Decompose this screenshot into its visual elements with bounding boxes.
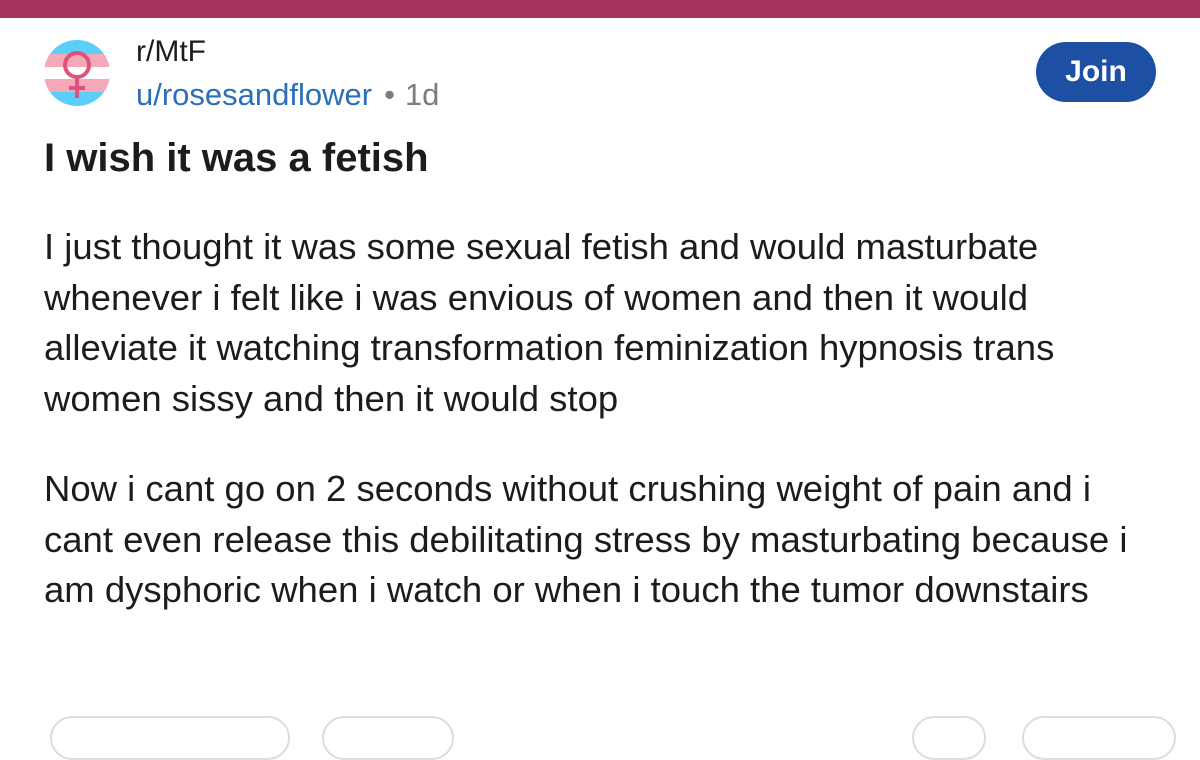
community-name[interactable]: r/MtF: [136, 34, 206, 70]
transgender-flag-venus-icon: [44, 40, 110, 106]
vote-button-group[interactable]: [50, 716, 290, 760]
top-accent-bar: [0, 0, 1200, 18]
post-body: I just thought it was some sexual fetish…: [44, 222, 1154, 656]
post-title: I wish it was a fetish: [44, 136, 429, 180]
meta-separator: •: [384, 77, 395, 112]
post-paragraph-2: Now i cant go on 2 seconds without crush…: [44, 468, 1128, 610]
share-button[interactable]: [1022, 716, 1176, 760]
post-meta: u/rosesandflower • 1d: [136, 76, 439, 114]
community-avatar[interactable]: [44, 40, 110, 106]
join-button[interactable]: Join: [1036, 42, 1156, 102]
author-username[interactable]: u/rosesandflower: [136, 77, 372, 112]
post-header: r/MtF u/rosesandflower • 1d Join: [0, 18, 1200, 128]
post-paragraph-1: I just thought it was some sexual fetish…: [44, 226, 1055, 419]
comments-button[interactable]: [322, 716, 454, 760]
award-button[interactable]: [912, 716, 986, 760]
post-age: 1d: [404, 77, 440, 112]
